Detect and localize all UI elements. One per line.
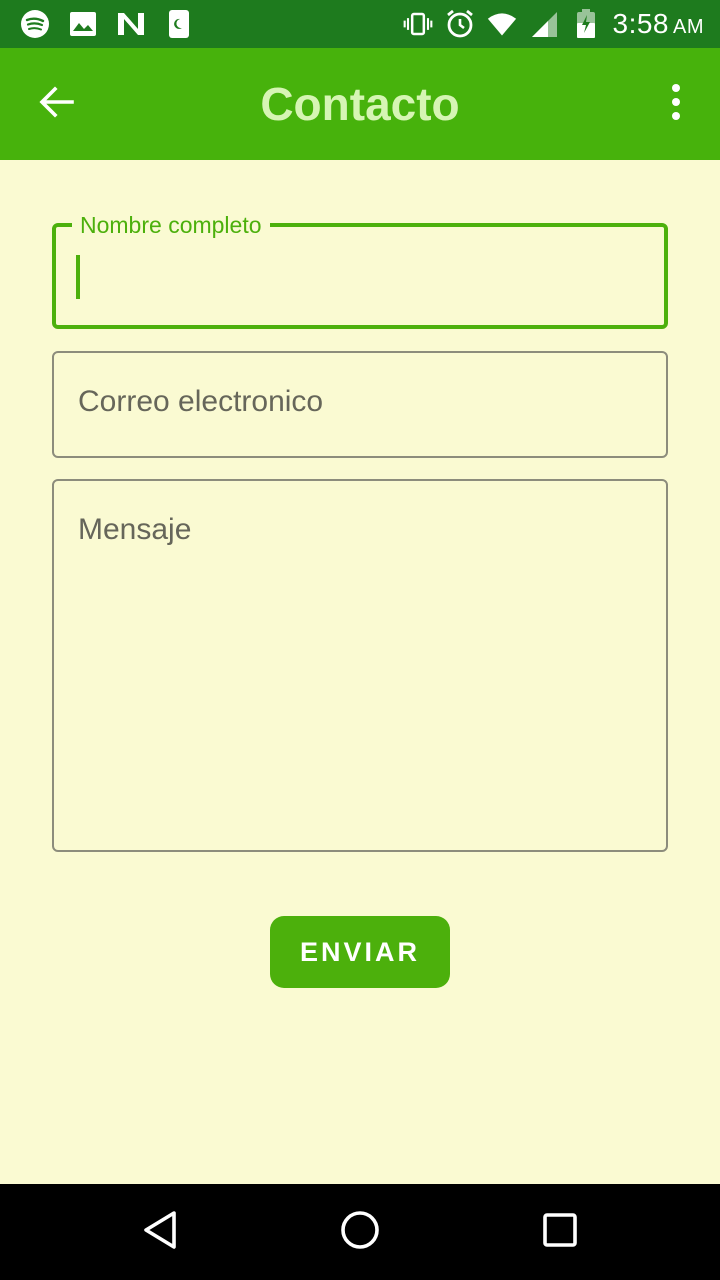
nav-back-button[interactable] [136, 1208, 184, 1256]
battery-icon [571, 9, 601, 39]
system-nav-bar [0, 1184, 720, 1280]
full-name-field[interactable]: Nombre completo [52, 209, 668, 329]
alarm-icon [445, 9, 475, 39]
n-app-icon [116, 9, 146, 39]
email-field[interactable]: Correo electronico [52, 351, 668, 458]
message-placeholder: Mensaje [78, 513, 192, 546]
status-bar: 3:58 AM [0, 0, 720, 48]
status-right-icons: 3:58 AM [403, 8, 705, 40]
more-vert-icon [670, 83, 682, 125]
home-circle-icon [340, 1210, 380, 1255]
signal-icon [529, 9, 559, 39]
email-placeholder: Correo electronico [78, 385, 324, 418]
phone-moon-icon [164, 9, 194, 39]
status-left-icons [20, 8, 194, 40]
app-bar: Contacto [0, 48, 720, 160]
back-triangle-icon [142, 1210, 178, 1255]
full-name-label: Nombre completo [72, 209, 270, 241]
nav-recents-button[interactable] [536, 1208, 584, 1256]
message-field[interactable]: Mensaje [52, 479, 668, 852]
vibrate-icon [403, 9, 433, 39]
recents-square-icon [542, 1212, 578, 1253]
nav-home-button[interactable] [336, 1208, 384, 1256]
send-button[interactable]: ENVIAR [270, 916, 450, 988]
spotify-icon [20, 9, 50, 39]
page-title: Contacto [260, 78, 460, 130]
overflow-menu-button[interactable] [656, 76, 696, 132]
image-icon [68, 9, 98, 39]
status-time: 3:58 AM [612, 8, 704, 39]
text-cursor [76, 255, 80, 299]
wifi-icon [487, 9, 517, 39]
